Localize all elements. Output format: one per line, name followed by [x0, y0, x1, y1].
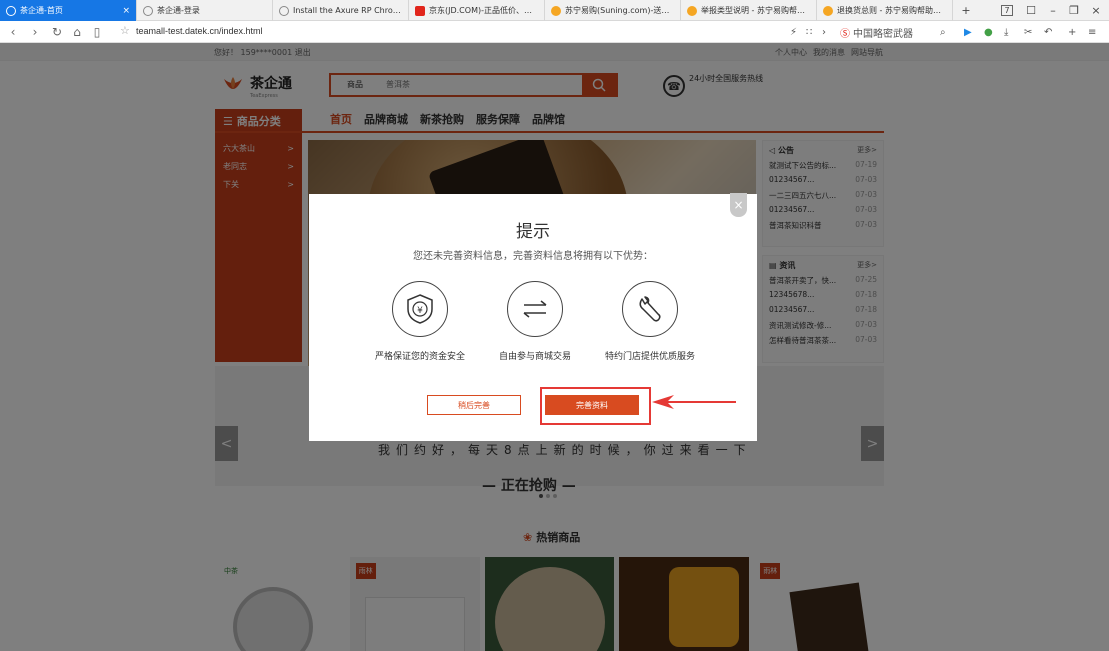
annotation-arrow-icon — [652, 395, 736, 409]
search-engine-icon: Ⓢ — [840, 28, 850, 40]
dialog-title: 提示 — [516, 222, 550, 242]
suning-icon — [551, 5, 561, 16]
globe-icon — [143, 5, 153, 16]
close-dialog-button[interactable]: × — [730, 193, 747, 217]
tab-count-badge[interactable]: 7 — [996, 0, 1018, 21]
shield-yen-icon: ¥ — [392, 281, 448, 337]
browser-tab[interactable]: 举报类型说明 - 苏宁易购帮助中心 — [681, 0, 817, 21]
browser-tab-bar: 茶企通-首页 × 茶企通-登录 Install the Axure RP Chr… — [0, 0, 1109, 21]
star-icon[interactable]: ☆ — [120, 24, 130, 37]
forward-icon[interactable]: › — [26, 21, 44, 43]
new-tab-button[interactable]: + — [955, 0, 977, 21]
lightning-icon[interactable]: ⚡ — [790, 21, 797, 43]
jd-icon — [415, 5, 425, 16]
maximize-button[interactable]: ❐ — [1063, 0, 1085, 21]
close-tab-icon[interactable]: × — [122, 6, 130, 16]
add-icon[interactable]: + — [1068, 21, 1076, 43]
undo-icon[interactable]: ↶ — [1044, 21, 1052, 43]
refresh-icon[interactable]: ↻ — [48, 21, 66, 43]
search-icon[interactable]: ⌕ — [940, 21, 946, 43]
benefit-item: 特约门店提供优质服务 — [580, 281, 720, 362]
suning-icon — [823, 5, 833, 16]
download-icon[interactable]: ⤓ — [1004, 21, 1008, 43]
browser-tab[interactable]: 京东(JD.COM)-正品低价、品质保障 — [409, 0, 545, 21]
browser-tab[interactable]: 茶企通-登录 — [137, 0, 273, 21]
home-icon[interactable]: ⌂ — [68, 21, 86, 43]
exchange-arrows-icon — [507, 281, 563, 337]
chevron-right-icon[interactable]: › — [822, 21, 826, 43]
play-icon[interactable]: ▶ — [964, 21, 972, 43]
menu-icon[interactable]: ≡ — [1088, 21, 1096, 43]
wrench-icon — [622, 281, 678, 337]
restore-icon[interactable]: ☐ — [1020, 0, 1042, 21]
grid-icon[interactable]: ∷ — [806, 21, 812, 43]
dialog-description: 您还未完善资料信息，完善资料信息将拥有以下优势： — [413, 251, 653, 262]
close-window-button[interactable]: × — [1085, 0, 1107, 21]
benefit-label: 特约门店提供优质服务 — [604, 352, 695, 362]
browser-tab[interactable]: 退换货总则 - 苏宁易购帮助中心 — [817, 0, 953, 21]
browser-tab[interactable]: 苏宁易购(Suning.com)-送货更准时 — [545, 0, 681, 21]
globe-icon — [6, 5, 16, 16]
complete-later-button[interactable]: 稍后完善 — [427, 395, 521, 415]
search-engine-selector[interactable]: Ⓢ 中国略密武器 — [840, 21, 913, 43]
reader-icon[interactable]: ▯ — [88, 21, 106, 43]
browser-tab[interactable]: Install the Axure RP Chrome Exte — [273, 0, 409, 21]
address-bar: ‹ › ↻ ⌂ ▯ ☆ teamall-test.datek.cn/index.… — [0, 21, 1109, 43]
cut-icon[interactable]: ✂ — [1024, 21, 1032, 43]
url-field[interactable]: teamall-test.datek.cn/index.html — [136, 26, 263, 36]
globe-icon — [279, 5, 289, 16]
annotation-highlight-box — [540, 387, 651, 425]
browser-tab[interactable]: 茶企通-首页 × — [0, 0, 137, 21]
svg-text:¥: ¥ — [417, 306, 423, 316]
minimize-button[interactable]: – — [1042, 0, 1064, 21]
suning-icon — [687, 5, 697, 16]
back-icon[interactable]: ‹ — [4, 21, 22, 43]
chat-icon[interactable]: ● — [984, 21, 993, 43]
